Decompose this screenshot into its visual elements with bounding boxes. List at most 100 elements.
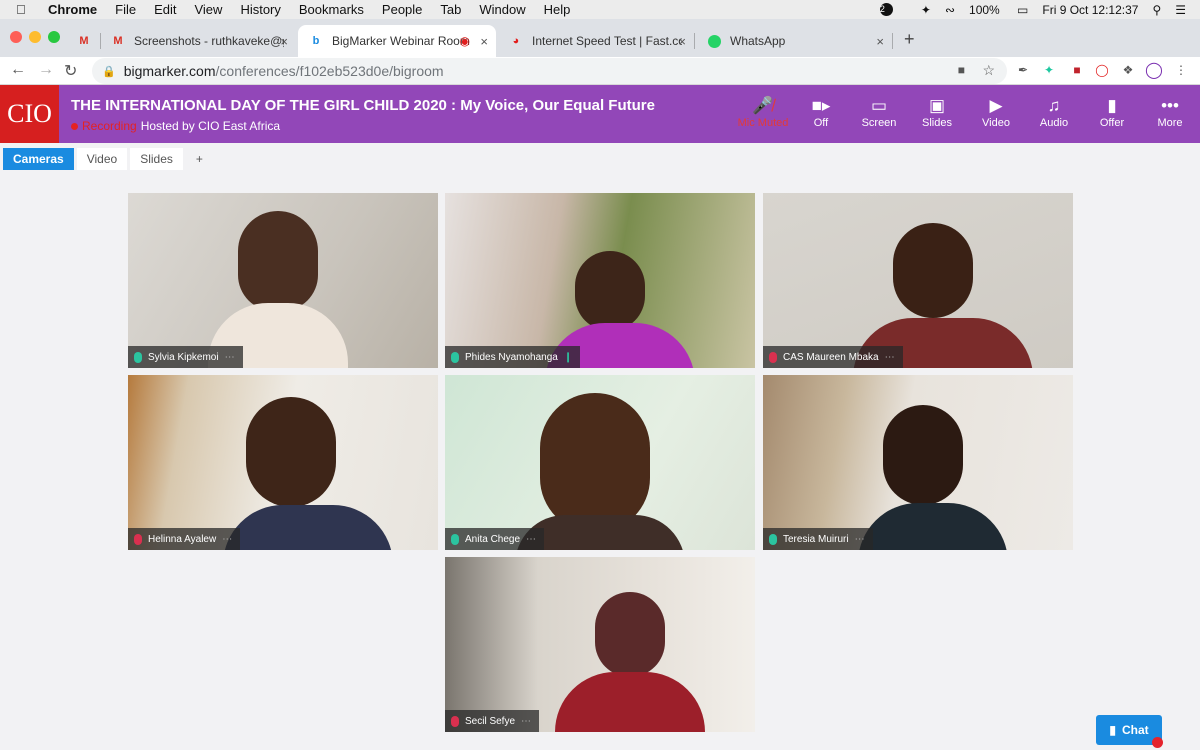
- screen-share-button[interactable]: ▭ Screen: [849, 95, 909, 129]
- tab-slides[interactable]: Slides: [130, 148, 183, 170]
- menu-file[interactable]: File: [115, 2, 136, 17]
- more-options-icon[interactable]: ⋯: [222, 534, 232, 545]
- clock[interactable]: Fri 9 Oct 12:12:37: [1042, 3, 1138, 17]
- bookmark-star-icon[interactable]: ☆: [982, 62, 995, 79]
- forward-icon[interactable]: →: [38, 61, 54, 79]
- participant-video: [246, 397, 336, 507]
- close-tab-icon[interactable]: ×: [480, 34, 488, 49]
- tab-whatsapp[interactable]: WhatsApp ×: [696, 25, 893, 57]
- gmail-icon: M: [79, 35, 89, 47]
- participant-name-tag: Phides Nyamohanga ❙: [445, 346, 581, 368]
- tab-cameras[interactable]: Cameras: [3, 148, 74, 170]
- close-tab-icon[interactable]: ×: [678, 34, 686, 49]
- participant-name-tag: Helinna Ayalew ⋯: [128, 528, 241, 550]
- extensions-puzzle-icon[interactable]: ❖: [1120, 62, 1136, 78]
- video-button[interactable]: ▶ Video: [966, 95, 1026, 129]
- address-bar[interactable]: 🔒 bigmarker.com/conferences/f102eb523d0e…: [92, 58, 1007, 84]
- tab-gmail-pinned[interactable]: M: [66, 25, 101, 57]
- chrome-menu-icon[interactable]: ⋮: [1173, 62, 1189, 78]
- whatsapp-icon: [706, 33, 722, 49]
- more-icon: •••: [1161, 96, 1179, 115]
- offer-button[interactable]: ▮ Offer: [1082, 95, 1142, 129]
- menu-history[interactable]: History: [240, 2, 280, 17]
- menu-window[interactable]: Window: [479, 2, 525, 17]
- video-tile[interactable]: Sylvia Kipkemoi ⋯: [128, 193, 438, 368]
- mic-on-icon: [451, 351, 459, 363]
- menu-view[interactable]: View: [194, 2, 222, 17]
- url-path: /conferences/f102eb523d0e/bigroom: [215, 63, 444, 79]
- host-label: Hosted by CIO East Africa: [140, 119, 281, 133]
- more-options-icon[interactable]: ⋯: [885, 352, 895, 363]
- status-bird-icon[interactable]: ✦: [921, 3, 931, 17]
- lock-icon[interactable]: 🔒: [102, 65, 116, 78]
- room-view-tabs: Cameras Video Slides +: [3, 148, 216, 170]
- menu-tab[interactable]: Tab: [440, 2, 461, 17]
- macos-menu-bar:  Chrome File Edit View History Bookmark…: [0, 0, 1200, 19]
- minimize-window-button[interactable]: [29, 31, 41, 43]
- menu-help[interactable]: Help: [544, 2, 571, 17]
- close-window-button[interactable]: [10, 31, 22, 43]
- tab-video[interactable]: Video: [76, 148, 128, 170]
- bigmarker-icon: b: [312, 35, 320, 47]
- close-tab-icon[interactable]: ×: [876, 34, 884, 49]
- opera-extension-icon[interactable]: ◯: [1094, 62, 1110, 78]
- more-options-icon[interactable]: ⋯: [521, 716, 531, 727]
- notification-badge[interactable]: 2: [879, 3, 907, 16]
- chat-notification-dot: [1152, 737, 1163, 748]
- browser-tab-strip: M M Screenshots - ruthkaveke@gm × b BigM…: [0, 19, 1200, 57]
- more-button[interactable]: ••• More: [1140, 95, 1200, 129]
- camera-in-use-icon[interactable]: ■: [958, 63, 965, 77]
- wifi-icon[interactable]: ∾: [945, 3, 955, 17]
- menu-edit[interactable]: Edit: [154, 2, 176, 17]
- ublock-extension-icon[interactable]: ■: [1069, 62, 1085, 78]
- participant-video: [883, 405, 963, 505]
- battery-status[interactable]: 100% ▭: [969, 3, 1028, 17]
- participant-name-tag: Sylvia Kipkemoi ⋯: [128, 346, 243, 368]
- mic-toggle-button[interactable]: 🎤̸ Mic Muted: [733, 95, 793, 129]
- more-options-icon[interactable]: ⋯: [855, 534, 865, 545]
- video-tile[interactable]: Secil Sefye ⋯: [445, 557, 755, 732]
- camera-icon: ■▸: [811, 96, 831, 115]
- zoom-window-button[interactable]: [48, 31, 60, 43]
- camera-toggle-button[interactable]: ■▸ Off: [791, 95, 851, 129]
- spotlight-icon[interactable]: ⚲: [1152, 3, 1161, 17]
- more-options-icon[interactable]: ⋯: [225, 352, 235, 363]
- video-tile[interactable]: Teresia Muiruri ⋯: [763, 375, 1073, 550]
- new-tab-button[interactable]: +: [904, 29, 915, 50]
- mic-on-icon: [451, 533, 459, 545]
- cio-logo[interactable]: CIO: [0, 85, 59, 143]
- audio-button[interactable]: ♫ Audio: [1024, 95, 1084, 129]
- participant-name-tag: CAS Maureen Mbaka ⋯: [763, 346, 903, 368]
- menu-bookmarks[interactable]: Bookmarks: [299, 2, 364, 17]
- video-tile[interactable]: Helinna Ayalew ⋯: [128, 375, 438, 550]
- tab-label: Screenshots - ruthkaveke@gm: [134, 34, 284, 48]
- tab-fast[interactable]: ◕ Internet Speed Test | Fast.com ×: [498, 25, 695, 57]
- control-center-icon[interactable]: ☰: [1175, 3, 1186, 17]
- tag-icon: ▮: [1107, 96, 1117, 115]
- eyedropper-extension-icon[interactable]: ✒: [1015, 62, 1031, 78]
- reload-icon[interactable]: ↻: [64, 61, 77, 81]
- profile-avatar-icon[interactable]: ◯: [1145, 62, 1163, 79]
- tab-screenshots[interactable]: M Screenshots - ruthkaveke@gm ×: [100, 25, 296, 57]
- tab-label: BigMarker Webinar Room: [332, 34, 470, 48]
- close-tab-icon[interactable]: ×: [280, 34, 288, 49]
- screen-icon: ▭: [870, 96, 888, 115]
- more-options-icon[interactable]: ⋯: [526, 534, 536, 545]
- menu-chrome[interactable]: Chrome: [48, 2, 97, 17]
- mic-muted-icon: [451, 715, 459, 727]
- video-tile[interactable]: CAS Maureen Mbaka ⋯: [763, 193, 1073, 368]
- slides-button[interactable]: ▣ Slides: [907, 95, 967, 129]
- video-tile[interactable]: Phides Nyamohanga ❙: [445, 193, 755, 368]
- back-icon[interactable]: ←: [10, 61, 26, 79]
- video-tile[interactable]: Anita Chege ⋯: [445, 375, 755, 550]
- audio-level-icon: ❙: [563, 351, 573, 363]
- gmail-icon: M: [113, 35, 123, 47]
- tab-bigmarker[interactable]: b BigMarker Webinar Room ◉ ×: [298, 25, 496, 57]
- apple-icon[interactable]: : [16, 2, 36, 17]
- music-icon: ♫: [1047, 96, 1061, 115]
- participant-video: [595, 592, 665, 677]
- bird-extension-icon[interactable]: ✦: [1041, 62, 1057, 78]
- tab-label: Internet Speed Test | Fast.com: [532, 34, 682, 48]
- add-tab-button[interactable]: +: [186, 148, 213, 170]
- menu-people[interactable]: People: [382, 2, 422, 17]
